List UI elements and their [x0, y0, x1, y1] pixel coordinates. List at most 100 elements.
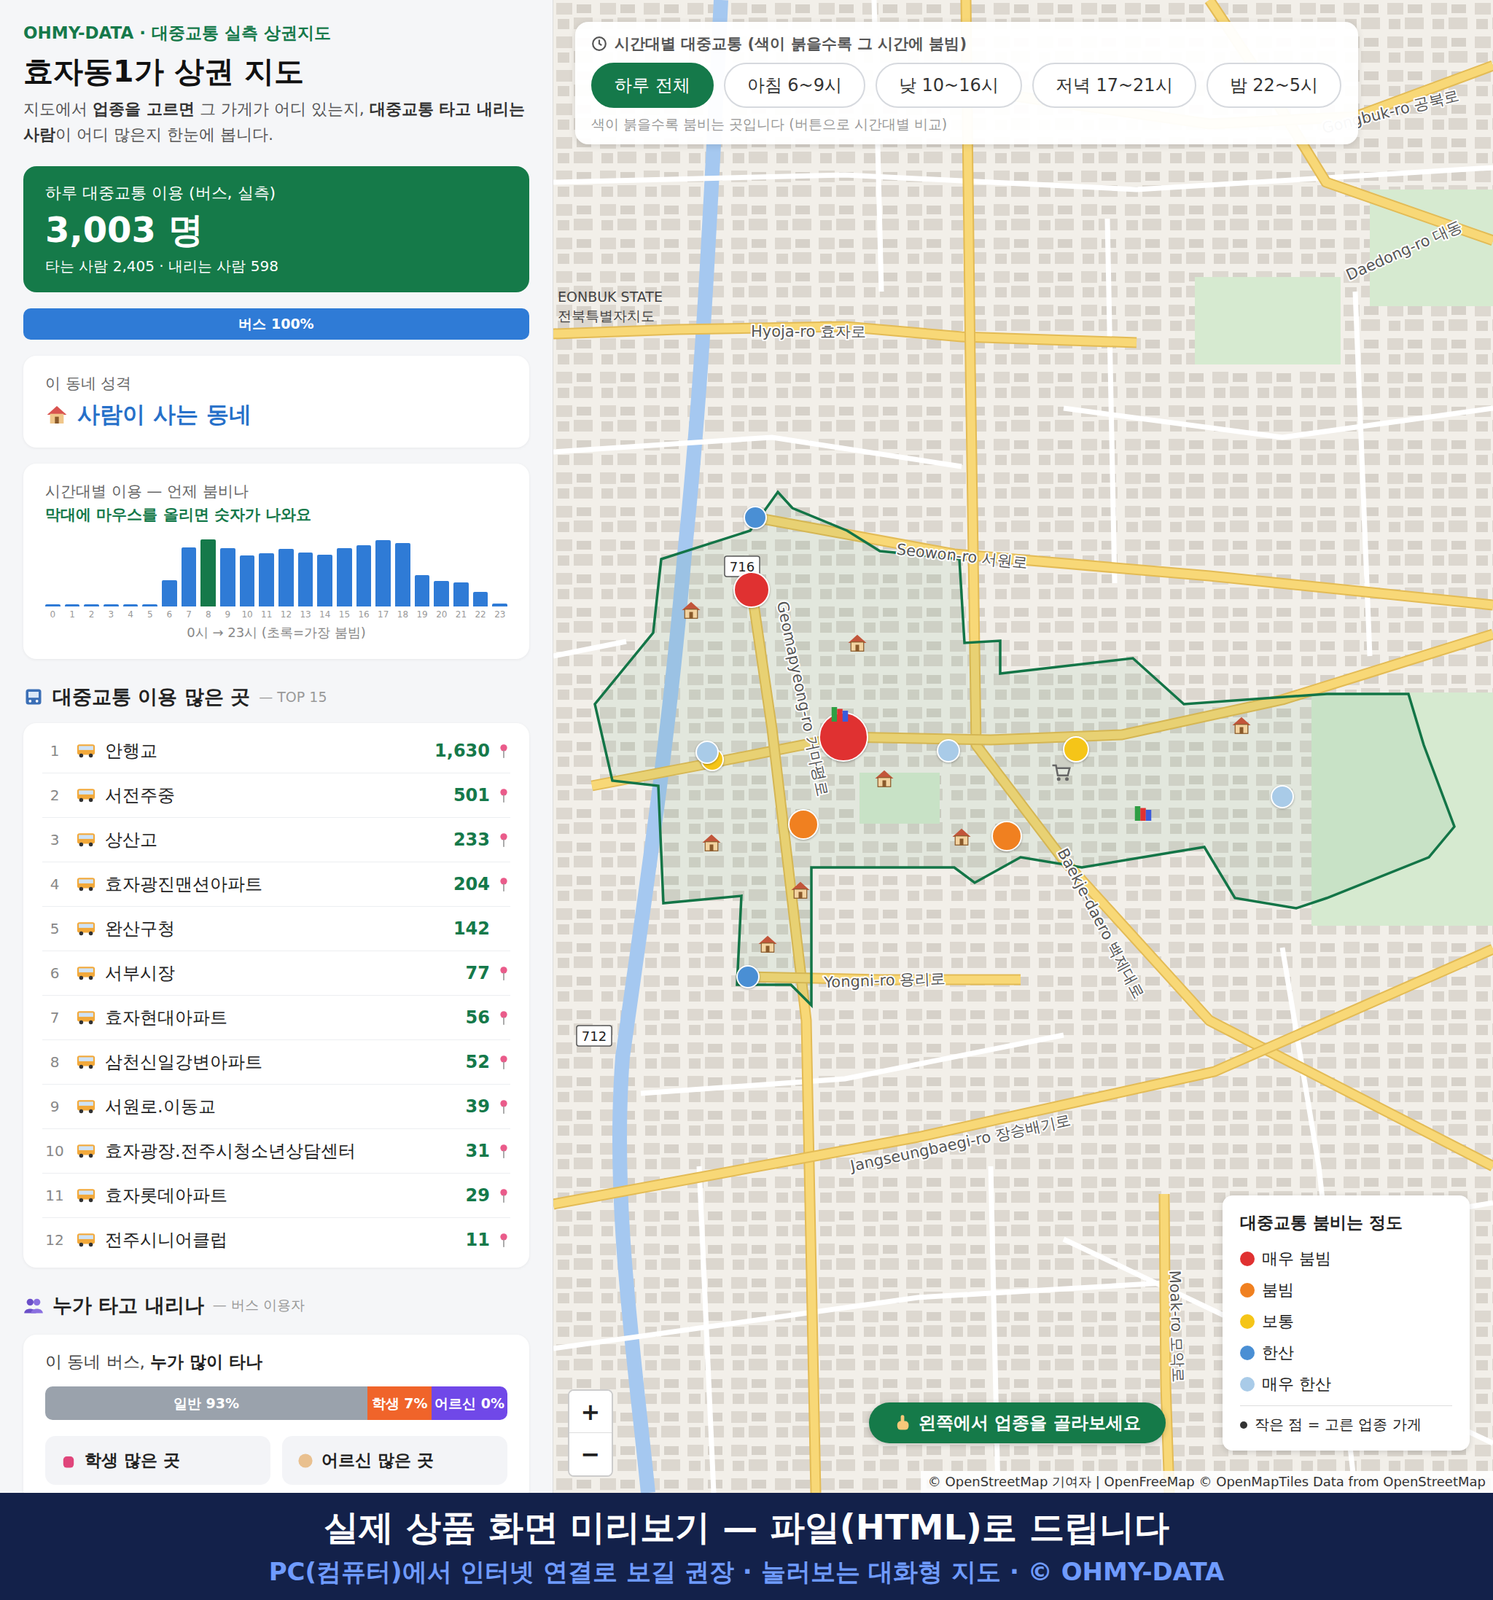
time-button[interactable]: 아침 6~9시 [723, 62, 866, 108]
stop-row[interactable]: 10효자광장.전주시청소년상담센터31 [42, 1129, 511, 1174]
intro-text: 지도에서 업종을 고르면 그 가게가 어디 있는지, 대중교통 타고 내리는 사… [23, 96, 530, 148]
house-icon[interactable] [873, 767, 896, 790]
zoom-in-button[interactable]: + [569, 1390, 612, 1434]
hour-bar[interactable] [453, 582, 469, 607]
hour-bar[interactable] [258, 553, 275, 607]
stop-count: 11 [465, 1229, 490, 1251]
bar-column: 3 [103, 539, 119, 620]
house-icon[interactable] [950, 825, 973, 848]
stop-dot[interactable] [1062, 736, 1090, 763]
house-icon[interactable] [846, 632, 869, 654]
rider-segment: 어르신 0% [431, 1386, 508, 1421]
bar-column: 11 [258, 539, 275, 620]
pin-icon[interactable] [498, 743, 509, 759]
stop-row[interactable]: 3상산고233 [42, 817, 511, 863]
hour-bar[interactable] [200, 539, 216, 607]
stop-dot[interactable] [936, 739, 961, 763]
pin-icon[interactable] [498, 1188, 509, 1204]
hour-label: 14 [319, 609, 331, 620]
stop-dot[interactable] [1270, 785, 1294, 809]
hour-bar[interactable] [278, 548, 294, 607]
house-icon[interactable] [789, 879, 812, 902]
zoom-out-button[interactable]: − [569, 1433, 612, 1476]
pin-icon[interactable] [498, 965, 509, 982]
house-icon[interactable] [1230, 714, 1253, 737]
hour-label: 21 [455, 609, 467, 620]
stop-row[interactable]: 2서전주중501 [42, 773, 511, 818]
stop-row[interactable]: 8삼천신일강변아파트52 [42, 1040, 511, 1085]
stop-dot[interactable] [788, 809, 819, 840]
time-button[interactable]: 저녁 17~21시 [1032, 62, 1197, 108]
hour-bar[interactable] [298, 552, 314, 607]
stop-rank: 7 [42, 1008, 68, 1027]
stop-count: 52 [465, 1051, 490, 1073]
hour-bar[interactable] [103, 604, 119, 607]
pick-business-button[interactable]: 왼쪽에서 업종을 골라보세요 [868, 1402, 1166, 1444]
cart-icon[interactable] [1050, 761, 1073, 784]
books-icon[interactable] [828, 703, 851, 726]
stop-row[interactable]: 11효자롯데아파트29 [42, 1173, 511, 1219]
hour-bar[interactable] [123, 604, 139, 607]
hour-bar[interactable] [395, 543, 411, 607]
stop-row[interactable]: 5완산구청142 [42, 906, 511, 952]
hour-bar[interactable] [239, 555, 256, 607]
hour-bar[interactable] [356, 545, 372, 607]
hour-bar[interactable] [375, 540, 391, 607]
pin-icon[interactable] [498, 1099, 509, 1115]
stop-dot[interactable] [733, 571, 770, 608]
pin-icon[interactable] [498, 788, 509, 804]
bar-column: 1 [64, 539, 81, 620]
stop-rank: 6 [42, 964, 68, 982]
map[interactable]: EONBUK STATE전북특별자치도Hyoja-ro 효자로Seowon-ro… [553, 0, 1493, 1493]
house-icon[interactable] [680, 599, 703, 622]
pin-icon[interactable] [498, 1010, 509, 1026]
stop-dot[interactable] [743, 505, 767, 530]
hour-bar[interactable] [317, 554, 333, 607]
banner-subtitle: PC(컴퓨터)에서 인터넷 연결로 보길 권장 · 눌러보는 대화형 지도 · … [269, 1555, 1225, 1590]
hour-bar[interactable] [492, 603, 508, 607]
stop-dot[interactable] [695, 740, 719, 764]
rider-subcard[interactable]: 어르신 많은 곳 [282, 1436, 508, 1485]
house-icon[interactable] [756, 933, 779, 955]
bar-column: 20 [433, 539, 450, 620]
hour-bar[interactable] [336, 548, 353, 607]
hour-bar[interactable] [181, 547, 197, 607]
pin-icon[interactable] [498, 832, 509, 848]
time-button[interactable]: 하루 전체 [591, 62, 714, 108]
pin-icon[interactable] [498, 1143, 509, 1160]
stop-row[interactable]: 7효자현대아파트56 [42, 995, 511, 1041]
intro-part: 지도에서 [23, 99, 93, 119]
hour-bar[interactable] [83, 604, 100, 607]
road-label: Geomapyeong-ro 거마평로 [773, 599, 832, 799]
hour-bar[interactable] [473, 591, 489, 607]
hour-bar[interactable] [414, 575, 431, 607]
hour-bar[interactable] [64, 604, 81, 607]
stop-name: 상산고 [104, 828, 445, 852]
bus-icon [75, 787, 97, 804]
svg-text:712: 712 [581, 1028, 607, 1044]
pin-icon[interactable] [498, 876, 509, 893]
pin-icon[interactable] [498, 1232, 509, 1249]
stop-dot[interactable] [991, 820, 1023, 852]
stop-row[interactable]: 9서원로.이동교39 [42, 1084, 511, 1130]
hour-bar[interactable] [45, 604, 61, 607]
house-icon[interactable] [700, 831, 723, 854]
stop-row[interactable]: 12전주시니어클럽11 [42, 1218, 511, 1262]
stop-row[interactable]: 4효자광진맨션아파트204 [42, 862, 511, 907]
books-icon[interactable] [1132, 802, 1155, 825]
time-button[interactable]: 낮 10~16시 [875, 62, 1023, 108]
hour-bar[interactable] [161, 580, 178, 607]
region-label: 전북특별자치도 [557, 307, 655, 324]
hour-bar[interactable] [142, 604, 158, 607]
map-attribution[interactable]: © OpenStreetMap 기여자 | OpenFreeMap © Open… [920, 1471, 1493, 1493]
stop-row[interactable]: 1안행교1,630 [42, 729, 511, 774]
hour-bar[interactable] [220, 548, 236, 607]
stop-row[interactable]: 6서부시장77 [42, 951, 511, 996]
bus-icon [75, 742, 97, 759]
time-button[interactable]: 밤 22~5시 [1206, 62, 1343, 108]
character-label: 이 동네 성격 [45, 373, 508, 394]
pin-icon[interactable] [498, 1054, 509, 1071]
stop-dot[interactable] [736, 965, 760, 989]
hour-bar[interactable] [433, 581, 450, 607]
rider-subcard[interactable]: 학생 많은 곳 [45, 1436, 271, 1485]
